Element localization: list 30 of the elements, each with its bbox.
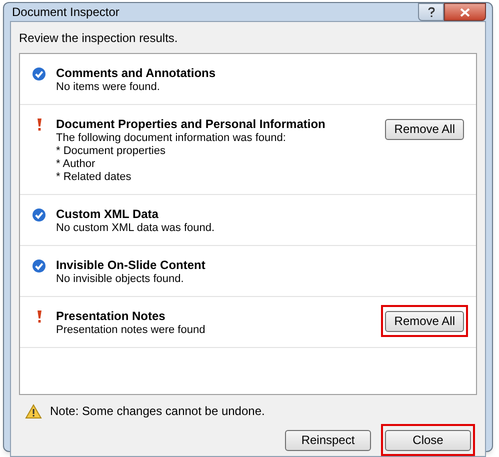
result-title: Document Properties and Personal Information (56, 117, 326, 132)
warning-icon (25, 404, 42, 418)
instruction-text: Review the inspection results. (19, 30, 179, 47)
result-detail: * Author (56, 158, 96, 171)
result-detail: Presentation notes were found (56, 324, 206, 337)
help-icon (428, 6, 434, 18)
result-detail: No custom XML data was found. (56, 222, 216, 235)
dialog-button[interactable]: Reinspect (285, 430, 371, 450)
result-detail: * Related dates (56, 171, 132, 184)
result-detail: No items were found. (56, 81, 161, 94)
help-button[interactable] (418, 3, 444, 21)
result-detail: The following document information was found: (56, 132, 287, 145)
exclamation-icon (36, 310, 42, 323)
result-title: Invisible On-Slide Content (56, 258, 206, 273)
result-title: Comments and Annotations (56, 66, 217, 81)
checkmark-icon (32, 259, 46, 273)
exclamation-icon (36, 118, 42, 131)
checkmark-icon (32, 208, 46, 222)
window-title: Document Inspector (12, 4, 120, 21)
remove-all-button[interactable]: Remove All (385, 310, 464, 332)
remove-all-button[interactable]: Remove All (385, 118, 464, 140)
result-title: Presentation Notes (56, 309, 166, 324)
dialog-button[interactable]: Close (385, 430, 471, 450)
close-window-button[interactable] (444, 3, 486, 21)
result-detail: No invisible objects found. (56, 273, 185, 286)
checkmark-icon (32, 67, 46, 81)
note-text: Note: Some changes cannot be undone. (50, 403, 265, 420)
result-detail: * Document properties (56, 145, 166, 158)
result-title: Custom XML Data (56, 207, 160, 222)
close-icon (460, 8, 470, 16)
